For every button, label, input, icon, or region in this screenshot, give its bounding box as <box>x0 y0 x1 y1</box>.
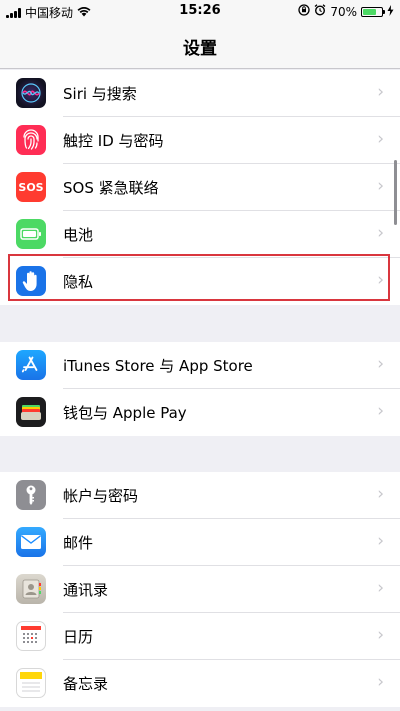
settings-row-wallet[interactable]: 钱包与 Apple Pay › <box>0 389 400 436</box>
sos-icon-text: SOS <box>18 180 44 194</box>
chevron-right-icon: › <box>377 354 384 374</box>
settings-row-emergency-sos[interactable]: SOS SOS 紧急联络 › <box>0 164 400 211</box>
chevron-right-icon: › <box>377 82 384 102</box>
settings-row-label: 邮件 <box>63 534 94 552</box>
chevron-right-icon: › <box>377 484 384 504</box>
settings-row-touch-id[interactable]: 触控 ID 与密码 › <box>0 117 400 164</box>
settings-row-siri[interactable]: Siri 与搜索 › <box>0 70 400 117</box>
orientation-lock-icon <box>298 4 310 19</box>
settings-row-label: 电池 <box>63 226 94 244</box>
fingerprint-icon <box>16 125 46 155</box>
chevron-right-icon: › <box>377 578 384 598</box>
battery-indicator <box>361 6 385 17</box>
chevron-right-icon: › <box>377 672 384 692</box>
settings-row-label: 通讯录 <box>63 581 109 599</box>
battery-percent: 70% <box>330 4 357 19</box>
status-right: 70% <box>298 4 394 19</box>
chevron-right-icon: › <box>377 129 384 149</box>
settings-row-itunes-app-store[interactable]: iTunes Store 与 App Store › <box>0 342 400 389</box>
settings-row-calendar[interactable]: 日历 › <box>0 613 400 660</box>
siri-icon <box>16 78 46 108</box>
settings-row-label: 触控 ID 与密码 <box>63 132 164 150</box>
settings-row-notes[interactable]: 备忘录 › <box>0 660 400 707</box>
sos-icon: SOS <box>16 172 46 202</box>
settings-row-label: 钱包与 Apple Pay <box>63 404 187 422</box>
settings-group-2: iTunes Store 与 App Store › 钱包与 Apple Pay… <box>0 342 400 436</box>
key-icon <box>16 480 46 510</box>
page-title: 设置 <box>183 39 217 59</box>
chevron-right-icon: › <box>377 223 384 243</box>
wallet-icon <box>16 397 46 427</box>
settings-row-label: 备忘录 <box>63 675 109 693</box>
chevron-right-icon: › <box>377 531 384 551</box>
calendar-icon <box>16 621 46 651</box>
chevron-right-icon: › <box>377 625 384 645</box>
settings-row-label: SOS 紧急联络 <box>63 179 159 197</box>
alarm-icon <box>314 4 326 19</box>
mail-icon <box>16 527 46 557</box>
chevron-right-icon: › <box>377 401 384 421</box>
settings-row-battery[interactable]: 电池 › <box>0 211 400 258</box>
settings-row-label: 帐户与密码 <box>63 487 139 505</box>
battery-icon <box>16 219 46 249</box>
chevron-right-icon: › <box>377 176 384 196</box>
settings-row-mail[interactable]: 邮件 › <box>0 519 400 566</box>
settings-row-label: iTunes Store 与 App Store <box>63 357 253 375</box>
app-store-icon <box>16 350 46 380</box>
notes-icon <box>16 668 46 698</box>
charging-icon <box>387 4 394 19</box>
contacts-icon <box>16 574 46 604</box>
settings-row-label: Siri 与搜索 <box>63 85 137 103</box>
privacy-highlight-box <box>8 254 390 301</box>
scroll-indicator[interactable] <box>394 160 397 225</box>
status-bar: 中国移动 15:26 70% <box>0 0 400 22</box>
settings-row-contacts[interactable]: 通讯录 › <box>0 566 400 613</box>
navigation-bar: 设置 <box>0 22 400 69</box>
settings-group-3: 帐户与密码 › 邮件 › 通讯录 › 日历 › 备忘录 › <box>0 472 400 707</box>
settings-row-label: 日历 <box>63 628 94 646</box>
settings-row-accounts-passwords[interactable]: 帐户与密码 › <box>0 472 400 519</box>
